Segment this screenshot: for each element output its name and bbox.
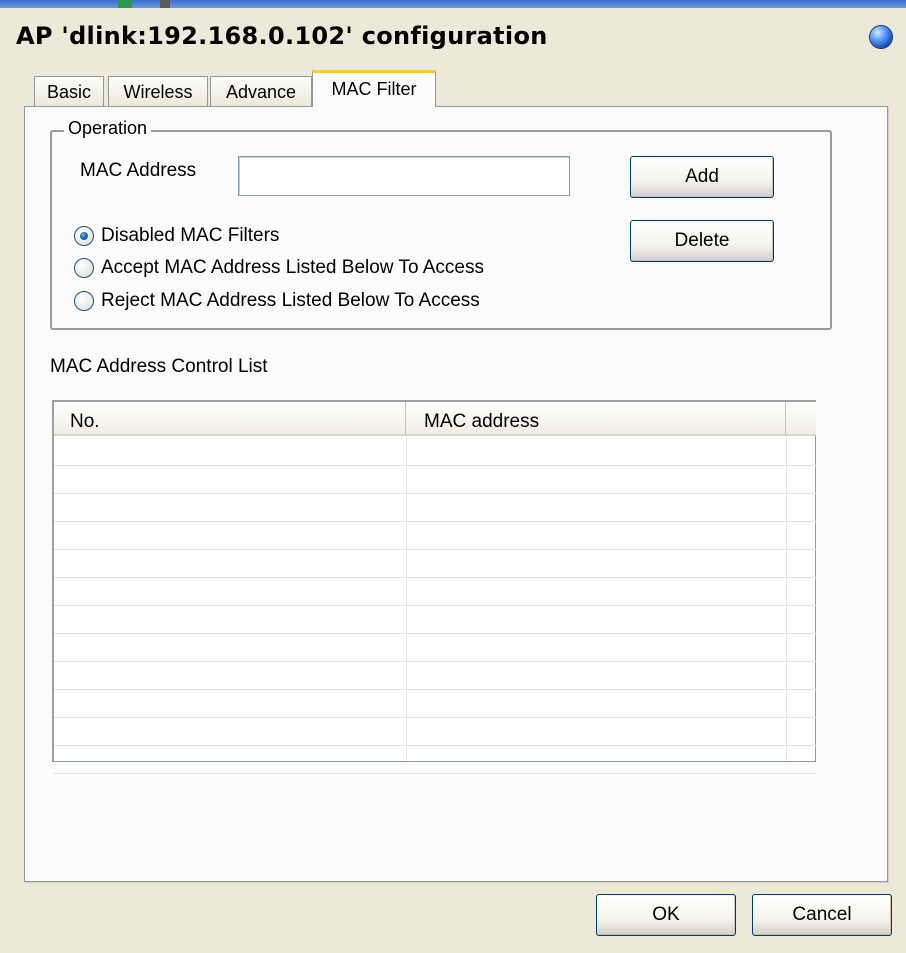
taskbar-fragment (160, 0, 170, 8)
mac-address-input[interactable] (238, 156, 570, 196)
mac-control-list[interactable]: No. MAC address (52, 400, 816, 774)
empty-row-line (54, 578, 816, 606)
title-bar: AP 'dlink:192.168.0.102' configuration (0, 8, 906, 58)
empty-row-line (54, 634, 816, 662)
radio-label: Reject MAC Address Listed Below To Acces… (101, 290, 480, 311)
radio-label: Accept MAC Address Listed Below To Acces… (101, 257, 484, 278)
list-header: No. MAC address (54, 402, 816, 436)
window-title: AP 'dlink:192.168.0.102' configuration (16, 22, 548, 50)
empty-row-line (54, 522, 816, 550)
radio-button-checked[interactable] (74, 226, 94, 246)
top-strip (0, 0, 906, 8)
delete-button[interactable]: Delete (630, 220, 774, 262)
empty-row-line (54, 438, 816, 466)
empty-row-line (54, 606, 816, 634)
radio-label: Disabled MAC Filters (101, 225, 280, 246)
tab-basic[interactable]: Basic (34, 76, 104, 106)
operation-legend: Operation (64, 118, 152, 139)
column-header-mac-address[interactable]: MAC address (406, 402, 786, 436)
empty-row-line (54, 662, 816, 690)
empty-row-line (54, 690, 816, 718)
ok-button[interactable]: OK (596, 894, 736, 936)
empty-row-line (54, 718, 816, 746)
radio-button[interactable] (74, 258, 94, 278)
empty-row-line (54, 466, 816, 494)
tab-wireless[interactable]: Wireless (108, 76, 208, 106)
cancel-button[interactable]: Cancel (752, 894, 892, 936)
control-list-label: MAC Address Control List (50, 356, 268, 377)
add-button[interactable]: Add (630, 156, 774, 198)
taskbar-fragment (118, 0, 132, 8)
tab-mac-filter[interactable]: MAC Filter (312, 70, 436, 107)
radio-disabled-mac-filters[interactable]: Disabled MAC Filters (74, 223, 279, 249)
tab-advance[interactable]: Advance (210, 76, 312, 106)
empty-row-line (54, 746, 816, 774)
radio-reject-listed[interactable]: Reject MAC Address Listed Below To Acces… (74, 288, 480, 314)
column-header-no[interactable]: No. (54, 402, 406, 436)
empty-row-line (54, 550, 816, 578)
mac-address-label: MAC Address (80, 160, 197, 181)
radio-button[interactable] (74, 291, 94, 311)
help-orb-icon[interactable] (870, 26, 892, 48)
radio-accept-listed[interactable]: Accept MAC Address Listed Below To Acces… (74, 255, 484, 281)
empty-row-line (54, 494, 816, 522)
column-header-extra[interactable] (786, 402, 816, 436)
